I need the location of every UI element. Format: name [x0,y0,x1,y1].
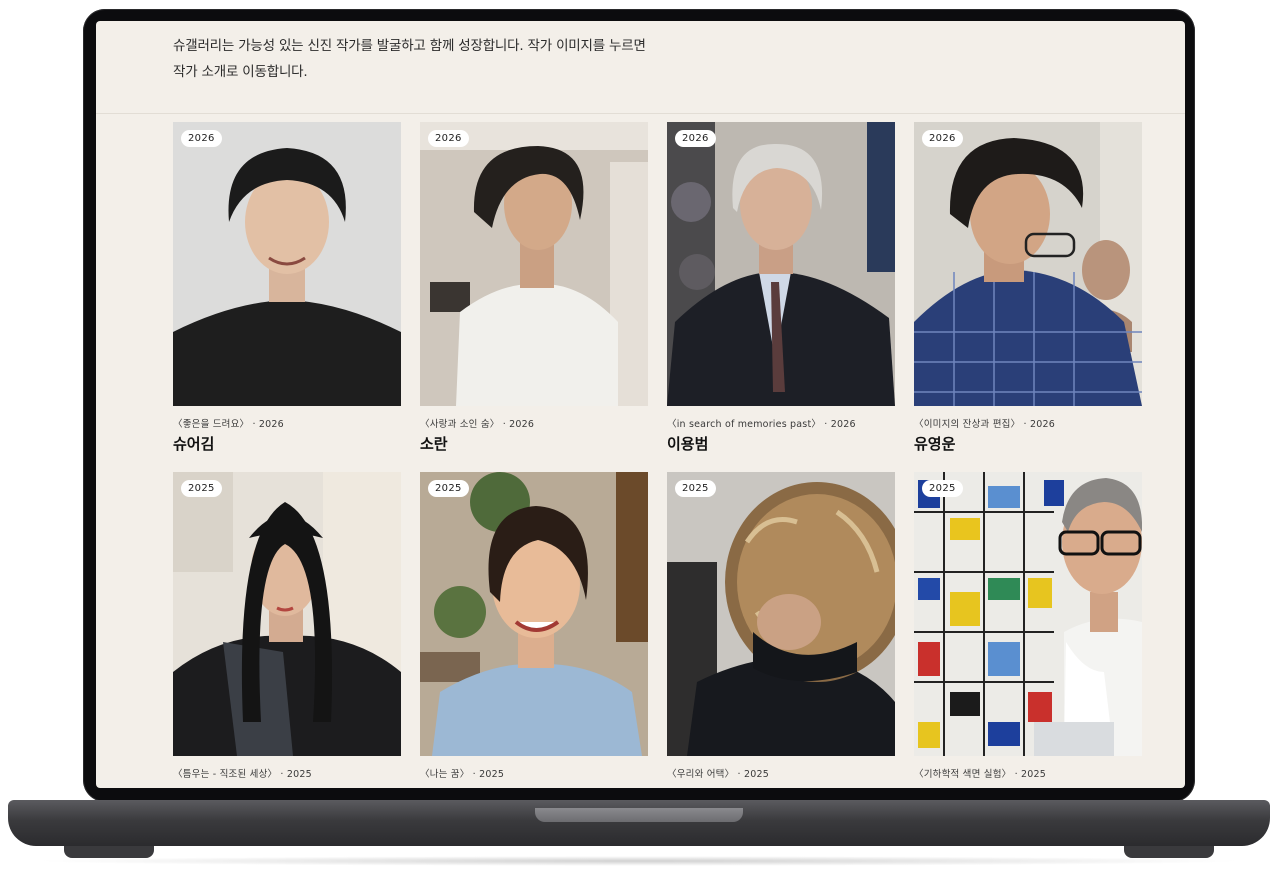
artist-photo[interactable]: 2026 [173,122,401,406]
divider [96,113,1185,114]
artist-photo[interactable]: 2025 [667,472,895,756]
artist-name[interactable]: 유영운 [914,433,1142,454]
artwork-caption: 〈좋은을 드려요〉 · 2026 [173,419,284,430]
laptop-shadow [30,856,1248,866]
artist-name[interactable]: 이용범 [667,433,895,454]
artwork-caption: 〈이미지의 잔상과 편집〉 · 2026 [914,419,1055,430]
artist-name[interactable]: 슈어김 [173,433,401,454]
artist-photo[interactable]: 2025 [420,472,648,756]
laptop-base [8,800,1270,846]
intro-line-1: 슈갤러리는 가능성 있는 신진 작가를 발굴하고 함께 성장합니다. 작가 이미… [173,38,646,54]
year-badge: 2025 [428,480,469,497]
artwork-caption: 〈틈우는 - 직조된 세상〉 · 2025 [173,769,312,780]
artwork-caption: 〈기하학적 색면 실험〉 · 2025 [914,769,1046,780]
year-badge: 2026 [428,130,469,147]
intro-text: 슈갤러리는 가능성 있는 신진 작가를 발굴하고 함께 성장합니다. 작가 이미… [173,33,733,85]
year-badge: 2026 [922,130,963,147]
year-badge: 2025 [675,480,716,497]
year-badge: 2025 [922,480,963,497]
intro-line-2: 작가 소개로 이동합니다. [173,64,308,80]
artist-photo[interactable]: 2026 [420,122,648,406]
artist-photo[interactable]: 2026 [667,122,895,406]
laptop-notch [535,808,743,822]
artist-photo[interactable]: 2025 [173,472,401,756]
laptop-foot-left [64,846,154,858]
artwork-caption: 〈사랑과 소인 숨〉 · 2026 [420,419,535,430]
year-badge: 2026 [181,130,222,147]
artist-photo[interactable]: 2026 [914,122,1142,406]
screen: 슈갤러리는 가능성 있는 신진 작가를 발굴하고 함께 성장합니다. 작가 이미… [96,21,1185,788]
artist-photo[interactable]: 2025 [914,472,1142,756]
artwork-caption: 〈나는 꿈〉 · 2025 [420,769,505,780]
artist-name[interactable]: 소란 [420,433,648,454]
laptop-foot-right [1124,846,1214,858]
artwork-caption: 〈우리와 어택〉 · 2025 [667,769,769,780]
year-badge: 2026 [675,130,716,147]
artwork-caption: 〈in search of memories past〉 · 2026 [667,419,856,430]
year-badge: 2025 [181,480,222,497]
